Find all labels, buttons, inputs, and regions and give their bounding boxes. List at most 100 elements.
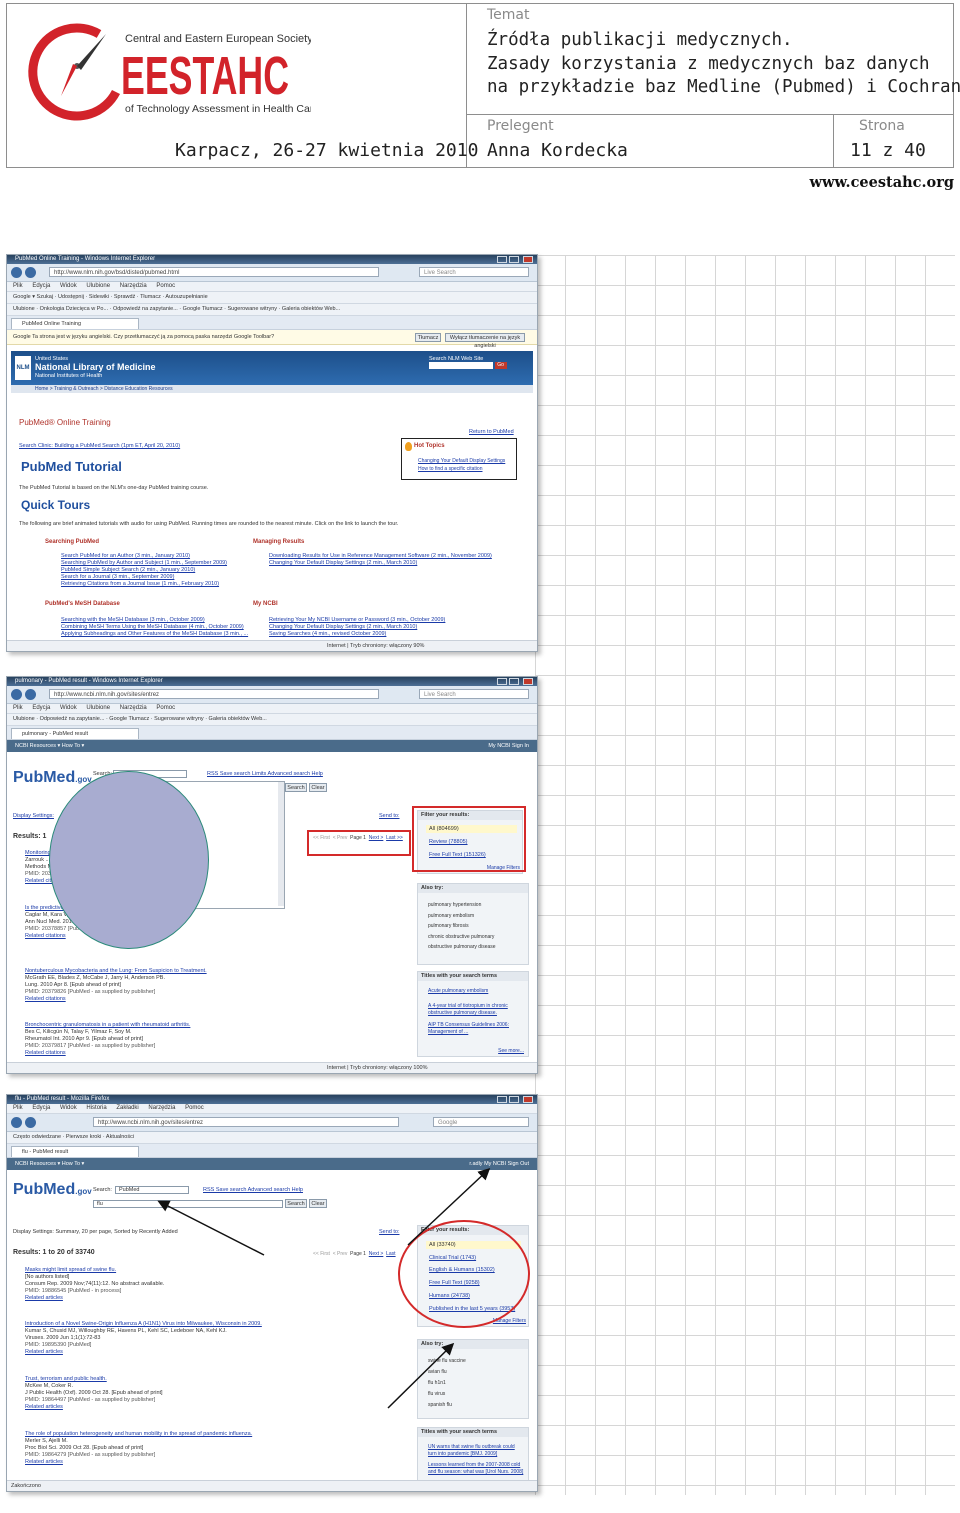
tour-link[interactable]: Searching PubMed by Author and Subject (… <box>61 560 227 567</box>
display-settings[interactable]: Display Settings: Summary, 20 per page, … <box>13 1229 178 1235</box>
also-try-item[interactable]: pulmonary hypertension <box>428 900 496 911</box>
back-icon[interactable] <box>11 267 22 278</box>
menu-item[interactable]: Pomoc <box>156 705 175 711</box>
menu-item[interactable]: Edycja <box>32 1105 50 1111</box>
send-to[interactable]: Send to: <box>379 1229 400 1235</box>
tour-link[interactable]: Changing Your Default Display Settings (… <box>269 624 445 631</box>
also-try-item[interactable]: spanish flu <box>428 1400 466 1411</box>
titles-item[interactable]: UN warns that swine flu outbreak could t… <box>428 1444 524 1458</box>
browser-search-input[interactable]: Google <box>433 1117 529 1127</box>
tutorial-title[interactable]: PubMed Tutorial <box>21 459 122 474</box>
tour-link[interactable]: Retrieving Your My NCBI Username or Pass… <box>269 617 445 624</box>
disable-translate-button[interactable]: Wyłącz tłumaczenie na język angielski <box>445 333 525 349</box>
hot-topic-link[interactable]: How to find a specific citation <box>418 466 482 472</box>
menu-item[interactable]: Pomoc <box>185 1105 204 1111</box>
titles-item[interactable]: Acute pulmonary embolism <box>428 988 524 995</box>
tour-link[interactable]: Searching with the MeSH Database (3 min.… <box>61 617 248 624</box>
url-input[interactable]: http://www.nlm.nih.gov/bsd/disted/pubmed… <box>49 267 379 277</box>
menu-item[interactable]: Plik <box>13 705 23 711</box>
url-input[interactable]: http://www.ncbi.nlm.nih.gov/sites/entrez <box>93 1117 399 1127</box>
minimize-icon[interactable] <box>497 256 507 263</box>
also-try-item[interactable]: pulmonary embolism <box>428 911 496 922</box>
titles-item[interactable]: Lessons learned from the 2007-2008 cold … <box>428 1462 524 1476</box>
result-related[interactable]: Related articles <box>25 1295 164 1302</box>
result-related[interactable]: Related citations <box>25 1050 190 1057</box>
forward-icon[interactable] <box>25 689 36 700</box>
close-icon[interactable] <box>523 256 533 263</box>
menu-item[interactable]: Plik <box>13 1105 23 1111</box>
menu-item[interactable]: Narzędzia <box>120 283 147 289</box>
nlm-search-input[interactable] <box>429 362 493 369</box>
pager-prev[interactable]: < Prev <box>333 1251 348 1257</box>
menu-item[interactable]: Ulubione <box>86 283 110 289</box>
also-try-item[interactable]: flu virus <box>428 1389 466 1400</box>
tour-link[interactable]: Applying Subheadings and Other Features … <box>61 631 248 638</box>
result-title[interactable]: Introduction of a Novel Swine-Origin Inf… <box>25 1321 262 1328</box>
menu-item[interactable]: Widok <box>60 705 77 711</box>
also-try-item[interactable]: obstructive pulmonary disease <box>428 942 496 953</box>
search-button[interactable]: Search <box>285 1199 307 1208</box>
maximize-icon[interactable] <box>509 1096 519 1103</box>
website-url[interactable]: www.ceestahc.org <box>810 174 954 191</box>
result-title[interactable]: The role of population heterogeneity and… <box>25 1431 252 1438</box>
back-icon[interactable] <box>11 689 22 700</box>
translate-button[interactable]: Tłumacz <box>415 333 441 342</box>
browser-tab[interactable]: flu - PubMed result <box>11 1146 139 1157</box>
menu-item[interactable]: Narzędzia <box>120 705 147 711</box>
also-try-item[interactable]: flu h1n1 <box>428 1378 466 1389</box>
menu-item[interactable]: Ulubione <box>86 705 110 711</box>
maximize-icon[interactable] <box>509 256 519 263</box>
browser-search-input[interactable]: Live Search <box>419 689 529 699</box>
pager-page[interactable]: Page 1 <box>350 1251 366 1257</box>
clear-button[interactable]: Clear <box>309 1199 327 1208</box>
bookmarks-bar[interactable]: Często odwiedzane · Pierwsze kroki · Akt… <box>7 1132 537 1144</box>
display-settings[interactable]: Display Settings: <box>13 813 54 819</box>
menu-item[interactable]: Widok <box>60 283 77 289</box>
tour-link[interactable]: PubMed Simple Subject Search (2 min., Ja… <box>61 567 227 574</box>
nlm-go-button[interactable]: Go <box>494 362 507 369</box>
search-button[interactable]: Search <box>285 783 307 792</box>
browser-tab[interactable]: pulmonary - PubMed result <box>11 728 139 739</box>
result-title[interactable]: Trust, terrorism and public health. <box>25 1376 163 1383</box>
pager-last[interactable]: Last <box>386 1251 395 1257</box>
close-icon[interactable] <box>523 678 533 685</box>
forward-icon[interactable] <box>25 1117 36 1128</box>
maximize-icon[interactable] <box>509 678 519 685</box>
search-links[interactable]: RSS Save search Advanced search Help <box>203 1187 303 1193</box>
clear-button[interactable]: Clear <box>309 783 327 792</box>
menu-item[interactable]: Edycja <box>32 283 50 289</box>
result-related[interactable]: Related articles <box>25 1459 252 1466</box>
result-title[interactable]: Bronchocentric granulomatosis in a patie… <box>25 1022 190 1029</box>
browser-search-input[interactable]: Live Search <box>419 267 529 277</box>
favorites-bar[interactable]: Ulubione · Onkologia Dziecięca w Po... ·… <box>7 304 537 316</box>
tour-link[interactable]: Changing Your Default Display Settings (… <box>269 560 492 567</box>
close-icon[interactable] <box>523 1096 533 1103</box>
see-more-link[interactable]: See more... <box>498 1048 524 1054</box>
database-select[interactable]: PubMed <box>115 1186 189 1194</box>
pager-next[interactable]: Next > <box>369 1251 384 1257</box>
also-try-item[interactable]: avian flu <box>428 1367 466 1378</box>
favorites-bar[interactable]: Ulubione · Odpowiedź na zapytanie... · G… <box>7 714 537 726</box>
titles-item[interactable]: A 4-year trial of tiotropium in chronic … <box>428 1003 524 1017</box>
ncbi-menu[interactable]: NCBI Resources ▾ How To ▾ <box>15 743 84 749</box>
browser-tab[interactable]: PubMed Online Training <box>11 318 139 329</box>
send-to[interactable]: Send to: <box>379 813 400 819</box>
minimize-icon[interactable] <box>497 1096 507 1103</box>
result-related[interactable]: Related articles <box>25 1349 262 1356</box>
dropdown-scrollbar[interactable] <box>278 782 284 906</box>
url-input[interactable]: http://www.ncbi.nlm.nih.gov/sites/entrez <box>49 689 379 699</box>
search-links[interactable]: RSS Save search Limits Advanced search H… <box>207 771 323 777</box>
tour-link[interactable]: Search PubMed for an Author (3 min., Jan… <box>61 553 227 560</box>
titles-item[interactable]: AIP TB Consensus Guidelines 2006: Manage… <box>428 1022 524 1036</box>
return-link[interactable]: Return to PubMed <box>469 429 514 435</box>
tour-link[interactable]: Saving Searches (4 min., revised October… <box>269 631 445 638</box>
pager-first[interactable]: << First <box>313 1251 330 1257</box>
signin-link[interactable]: My NCBI Sign In <box>488 740 529 752</box>
forward-icon[interactable] <box>25 267 36 278</box>
result-related[interactable]: Related articles <box>25 1404 163 1411</box>
also-try-item[interactable]: swine flu vaccine <box>428 1356 466 1367</box>
also-try-item[interactable]: chronic obstructive pulmonary <box>428 932 496 943</box>
menu-item[interactable]: Narzędzia <box>148 1105 175 1111</box>
google-toolbar[interactable]: Google ▾ Szukaj · Udostępnij · Sidewiki … <box>7 292 537 304</box>
also-try-item[interactable]: pulmonary fibrosis <box>428 921 496 932</box>
